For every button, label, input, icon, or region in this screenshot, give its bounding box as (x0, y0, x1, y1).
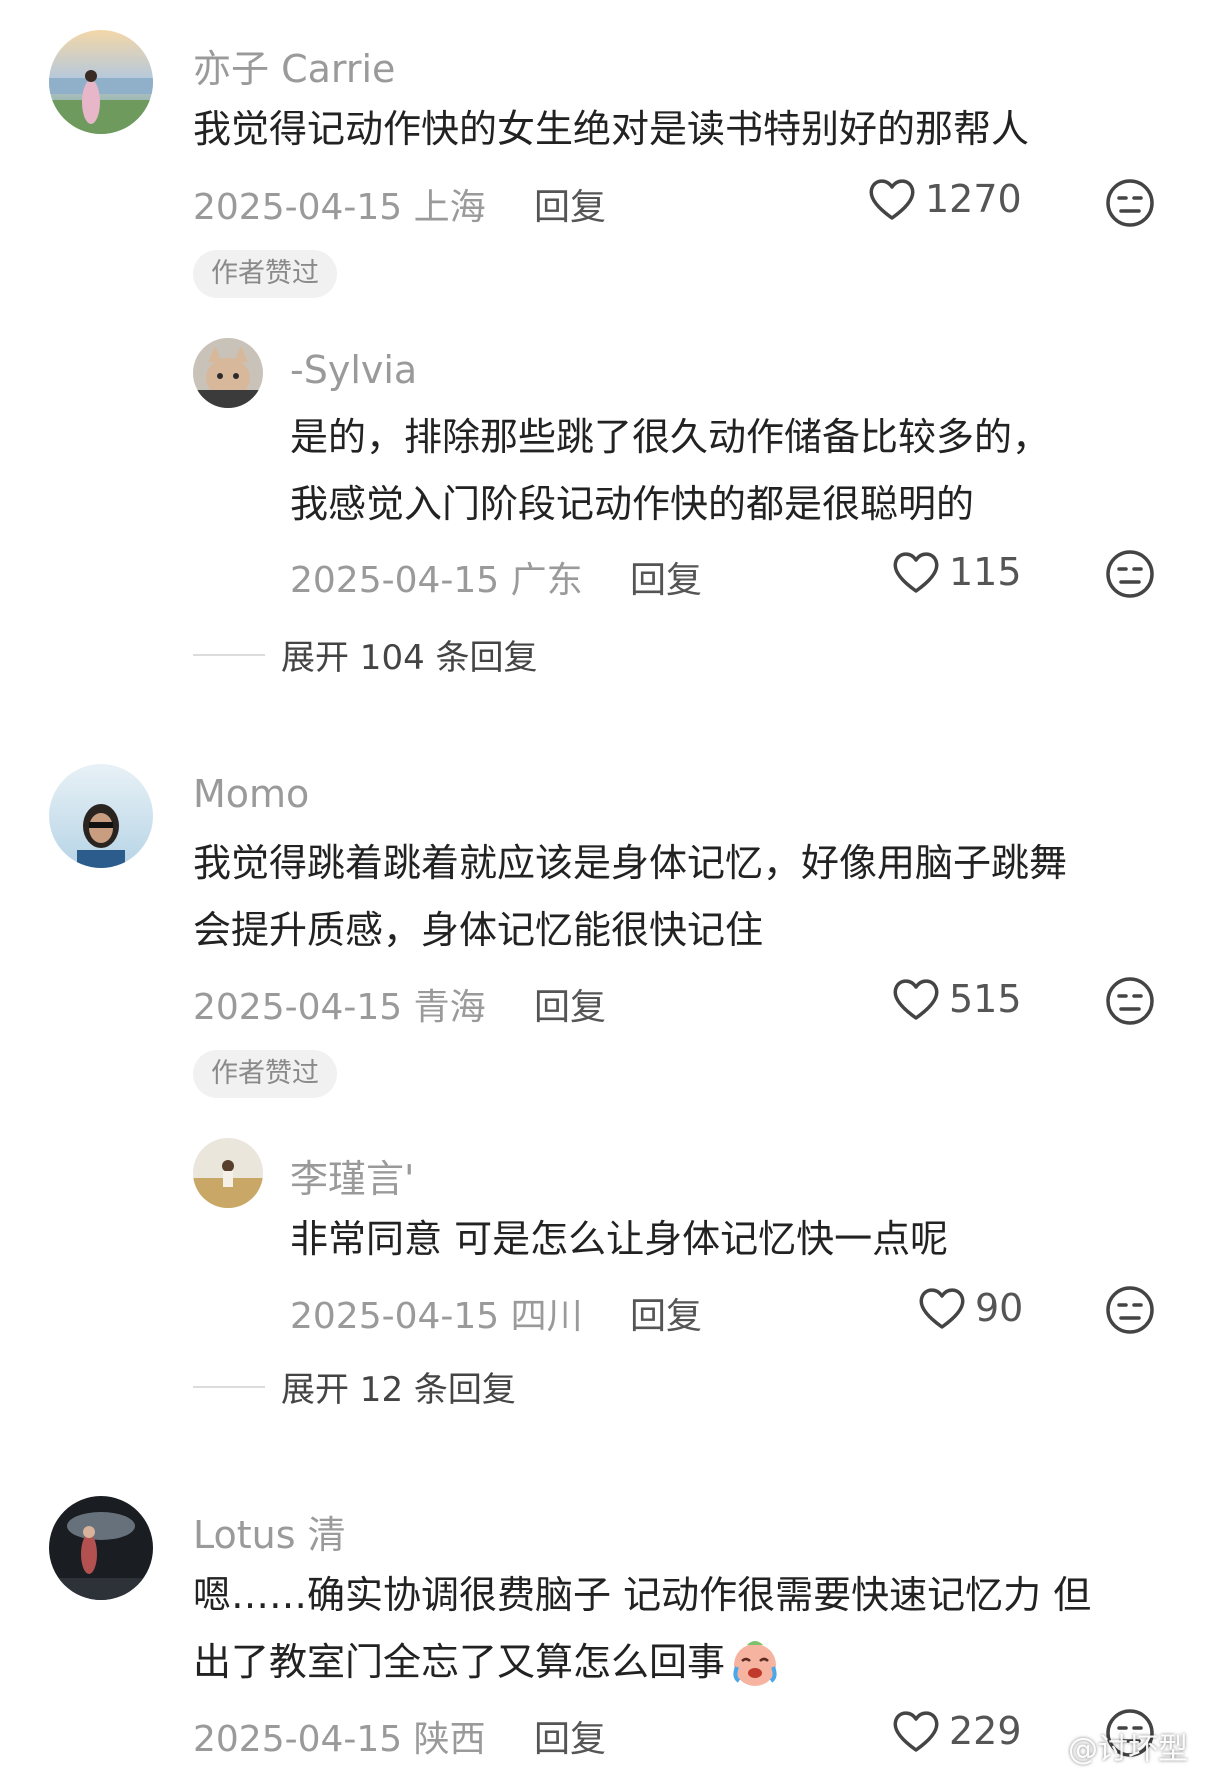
avatar[interactable] (49, 764, 153, 868)
expand-replies-label: 展开 104 条回复 (281, 638, 538, 678)
crying-laughing-emoji-icon (733, 1640, 777, 1686)
heart-outline-icon (869, 179, 915, 220)
date-location: 2025-04-15 陕西 (193, 1719, 486, 1760)
date-location: 2025-04-15 广东 (290, 560, 583, 601)
reply-button[interactable]: 回复 (630, 1287, 702, 1339)
comment-line-with-emoji: 出了教室门全忘了又算怎么回事 (193, 1629, 1091, 1696)
like-count: 1270 (925, 177, 1022, 221)
heart-outline-icon (893, 552, 939, 593)
username[interactable]: -Sylvia (290, 348, 417, 392)
dislike-button[interactable] (1105, 1285, 1155, 1339)
like-count: 515 (949, 977, 1022, 1021)
expand-replies-label: 展开 12 条回复 (281, 1370, 516, 1410)
divider (193, 1385, 265, 1388)
comment-line: 出了教室门全忘了又算怎么回事 (193, 1640, 726, 1684)
meh-face-icon (1106, 550, 1154, 598)
comment-text: 是的，排除那些跳了很久动作储备比较多的， 我感觉入门阶段记动作快的都是很聪明的 (290, 404, 1050, 538)
like-button[interactable]: 90 (917, 1285, 1023, 1331)
meh-face-icon (1106, 1286, 1154, 1334)
avatar[interactable] (193, 338, 263, 408)
comment-line: 是的，排除那些跳了很久动作储备比较多的， (290, 415, 1051, 459)
username[interactable]: Lotus 清 (193, 1504, 346, 1559)
avatar[interactable] (49, 30, 153, 134)
meh-face-icon (1106, 179, 1154, 227)
author-liked-badge: 作者赞过 (193, 1050, 337, 1098)
comment-line: 会提升质感，身体记忆能很快记住 (193, 908, 764, 952)
author-liked-badge: 作者赞过 (193, 250, 337, 298)
expand-replies-button[interactable]: 展开 104 条回复 (193, 630, 538, 679)
date-location: 2025-04-15 青海 (193, 987, 486, 1028)
comment-line: 我觉得跳着跳着就应该是身体记忆，好像用脑子跳舞 (193, 841, 1068, 885)
heart-outline-icon (893, 979, 939, 1020)
username[interactable]: Momo (193, 772, 309, 816)
divider (193, 653, 265, 656)
comment-text: 我觉得跳着跳着就应该是身体记忆，好像用脑子跳舞 会提升质感，身体记忆能很快记住 (193, 830, 1067, 964)
meh-face-icon (1106, 977, 1154, 1025)
comment-line: 嗯……确实协调很费脑子 记动作很需要快速记忆力 但 (193, 1573, 1092, 1617)
like-button[interactable]: 1270 (867, 176, 1022, 222)
like-button[interactable]: 515 (891, 976, 1022, 1022)
like-button[interactable]: 115 (891, 549, 1022, 595)
comment-text: 非常同意 可是怎么让身体记忆快一点呢 (290, 1206, 948, 1273)
watermark-text: @讨坏型 (1068, 1732, 1188, 1767)
like-count: 229 (949, 1709, 1022, 1753)
dislike-button[interactable] (1105, 549, 1155, 603)
expand-replies-button[interactable]: 展开 12 条回复 (193, 1362, 516, 1411)
dislike-button[interactable] (1105, 178, 1155, 232)
comment-line: 我觉得记动作快的女生绝对是读书特别好的那帮人 (193, 107, 1030, 151)
like-count: 115 (949, 550, 1022, 594)
date-location: 2025-04-15 四川 (290, 1296, 583, 1337)
reply-button[interactable]: 回复 (630, 551, 702, 603)
heart-outline-icon (893, 1711, 939, 1752)
username[interactable]: 李瑾言' (290, 1148, 414, 1203)
comment-line: 非常同意 可是怎么让身体记忆快一点呢 (290, 1217, 949, 1261)
avatar[interactable] (49, 1496, 153, 1600)
avatar[interactable] (193, 1138, 263, 1208)
username[interactable]: 亦子 Carrie (193, 38, 395, 93)
date-location: 2025-04-15 上海 (193, 187, 486, 228)
reply-button[interactable]: 回复 (534, 978, 606, 1030)
like-count: 90 (975, 1286, 1024, 1330)
reply-button[interactable]: 回复 (534, 1710, 606, 1762)
heart-outline-icon (919, 1288, 965, 1329)
comment-text: 我觉得记动作快的女生绝对是读书特别好的那帮人 (193, 96, 1029, 163)
watermark: @讨坏型 (1022, 1724, 1188, 1768)
weibo-logo-icon (1022, 1732, 1060, 1762)
like-button[interactable]: 229 (891, 1708, 1022, 1754)
comment-text: 嗯……确实协调很费脑子 记动作很需要快速记忆力 但 出了教室门全忘了又算怎么回事 (193, 1562, 1091, 1696)
dislike-button[interactable] (1105, 976, 1155, 1030)
reply-button[interactable]: 回复 (534, 178, 606, 230)
comment-line: 我感觉入门阶段记动作快的都是很聪明的 (290, 482, 975, 526)
